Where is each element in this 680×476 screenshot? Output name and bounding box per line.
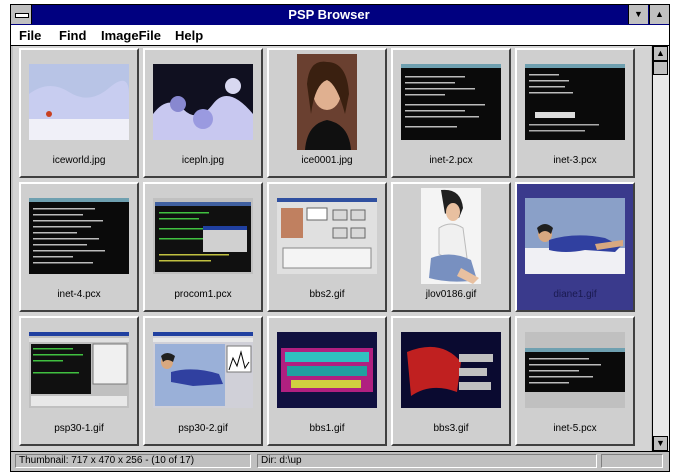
status-directory: Dir: d:\up (257, 454, 597, 468)
thumbnail-inet-4[interactable]: inet-4.pcx (19, 182, 139, 312)
thumbnail-image (29, 198, 129, 274)
thumbnail-caption: inet-4.pcx (57, 289, 101, 300)
thumbnail-image (525, 64, 625, 140)
thumbnail-caption: ice0001.jpg (301, 155, 353, 166)
menu-find[interactable]: Find (59, 28, 86, 43)
thumbnail-bbs2[interactable]: bbs2.gif (267, 182, 387, 312)
thumbnail-image (401, 64, 501, 140)
scroll-down-button[interactable]: ▼ (653, 436, 668, 451)
thumbnail-image (29, 332, 129, 408)
thumbnail-caption: jlov0186.gif (425, 289, 477, 300)
thumbnail-caption: iceworld.jpg (52, 155, 106, 166)
thumbnail-image (297, 54, 357, 150)
thumbnail-inet-3[interactable]: inet-3.pcx (515, 48, 635, 178)
system-menu-button[interactable] (11, 5, 32, 24)
thumbnail-diane1[interactable]: diane1.gif (515, 182, 635, 312)
status-pane-empty (601, 454, 663, 468)
thumbnail-procom1[interactable]: procom1.pcx (143, 182, 263, 312)
window-title: PSP Browser (288, 7, 370, 22)
arrow-down-icon: ▼ (656, 438, 665, 448)
thumbnail-iceworld[interactable]: iceworld.jpg (19, 48, 139, 178)
maximize-icon: ▲ (655, 9, 664, 19)
thumbnail-image (401, 332, 501, 408)
thumbnail-image (525, 198, 625, 274)
scroll-thumb[interactable] (653, 61, 668, 75)
maximize-button[interactable]: ▲ (649, 5, 669, 24)
vertical-scrollbar[interactable]: ▲ ▼ (652, 46, 669, 451)
thumbnail-image (277, 332, 377, 408)
thumbnail-image (525, 332, 625, 408)
thumbnail-image (29, 64, 129, 140)
arrow-up-icon: ▲ (656, 48, 665, 58)
system-menu-icon (15, 13, 29, 18)
thumbnail-image (153, 332, 253, 408)
thumbnail-caption: psp30-2.gif (178, 423, 228, 434)
thumbnail-image (153, 64, 253, 140)
thumbnail-bbs1[interactable]: bbs1.gif (267, 316, 387, 446)
thumbnail-caption: inet-5.pcx (553, 423, 597, 434)
title-bar: PSP Browser ▼ ▲ (11, 5, 669, 26)
psp-browser-window: PSP Browser ▼ ▲ File Find ImageFile Help… (10, 4, 670, 472)
thumbnail-icepln[interactable]: icepln.jpg (143, 48, 263, 178)
thumbnail-caption: diane1.gif (553, 289, 597, 300)
menu-bar: File Find ImageFile Help (11, 25, 669, 46)
menu-file[interactable]: File (19, 28, 41, 43)
thumbnail-caption: bbs1.gif (309, 423, 345, 434)
thumbnail-caption: inet-2.pcx (429, 155, 473, 166)
thumbnail-caption: psp30-1.gif (54, 423, 104, 434)
thumbnail-caption: bbs3.gif (433, 423, 469, 434)
thumbnail-jlov0186[interactable]: jlov0186.gif (391, 182, 511, 312)
thumbnail-image (277, 198, 377, 274)
thumbnail-inet-2[interactable]: inet-2.pcx (391, 48, 511, 178)
scroll-up-button[interactable]: ▲ (653, 46, 668, 61)
menu-help[interactable]: Help (175, 28, 203, 43)
thumbnail-bbs3[interactable]: bbs3.gif (391, 316, 511, 446)
thumbnail-caption: inet-3.pcx (553, 155, 597, 166)
thumbnail-caption: bbs2.gif (309, 289, 345, 300)
thumbnail-grid: iceworld.jpg icepln.jpg ice0001.jpg inet… (13, 46, 651, 451)
thumbnail-psp30-2[interactable]: psp30-2.gif (143, 316, 263, 446)
thumbnail-inet-5[interactable]: inet-5.pcx (515, 316, 635, 446)
thumbnail-caption: procom1.pcx (174, 289, 232, 300)
minimize-button[interactable]: ▼ (628, 5, 648, 24)
thumbnail-ice0001[interactable]: ice0001.jpg (267, 48, 387, 178)
thumbnail-image (153, 198, 253, 274)
thumbnail-image (421, 188, 481, 284)
status-bar: Thumbnail: 717 x 470 x 256 - (10 of 17) … (11, 451, 669, 471)
menu-imagefile[interactable]: ImageFile (101, 28, 161, 43)
thumbnail-psp30-1[interactable]: psp30-1.gif (19, 316, 139, 446)
minimize-icon: ▼ (634, 9, 643, 19)
status-thumbnail-info: Thumbnail: 717 x 470 x 256 - (10 of 17) (15, 454, 251, 468)
thumbnail-caption: icepln.jpg (181, 155, 225, 166)
